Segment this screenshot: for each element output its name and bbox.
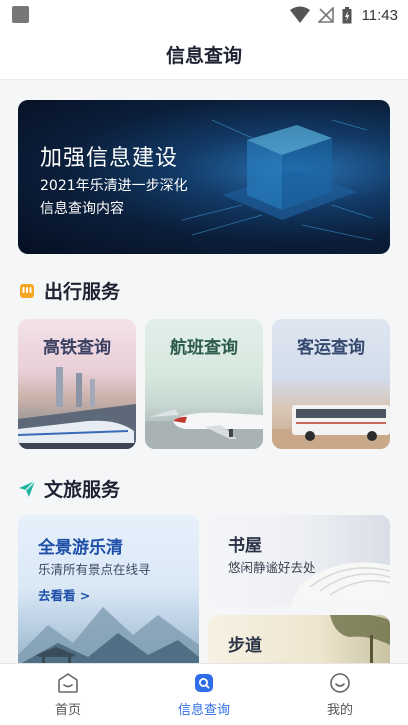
card-subtitle: 悠闲静谧好去处 bbox=[228, 560, 316, 575]
card-label: 高铁查询 bbox=[43, 338, 111, 358]
go-see-link[interactable]: 去看看 > bbox=[38, 585, 90, 604]
coach-card[interactable]: 客运查询 bbox=[272, 319, 390, 449]
page-title: 信息查询 bbox=[165, 45, 242, 67]
card-subtitle: 乐清所有景点在线寻 bbox=[38, 562, 151, 577]
card-label: 航班查询 bbox=[170, 338, 238, 358]
flight-card[interactable]: 航班查询 bbox=[145, 319, 263, 449]
tab-info-query[interactable]: 信息查询 bbox=[136, 664, 272, 725]
paper-plane-icon bbox=[19, 480, 36, 497]
bookstore-card[interactable]: 书屋 悠闲静谧好去处 bbox=[208, 515, 390, 607]
wifi-icon bbox=[289, 6, 310, 23]
panorama-tour-card[interactable]: 全景游乐清 乐清所有景点在线寻 去看看 > bbox=[18, 515, 199, 675]
clock: 11:43 bbox=[361, 6, 398, 24]
app-header: 信息查询 bbox=[0, 30, 408, 80]
tab-label: 信息查询 bbox=[177, 703, 230, 718]
tab-home[interactable]: 首页 bbox=[0, 664, 136, 725]
home-icon bbox=[58, 673, 78, 693]
search-icon bbox=[195, 674, 213, 692]
banner-subtitle: 2021年乐清进一步深化 bbox=[40, 178, 188, 194]
card-title: 全景游乐清 bbox=[38, 538, 123, 558]
airplane-illustration bbox=[145, 409, 263, 449]
bus-icon bbox=[20, 283, 34, 298]
banner-title: 加强信息建设 bbox=[40, 146, 179, 171]
tab-mine[interactable]: 我的 bbox=[272, 664, 408, 725]
data-chip-illustration bbox=[182, 119, 372, 241]
banner-subtitle: 信息查询内容 bbox=[40, 201, 124, 217]
card-title: 书屋 bbox=[228, 536, 262, 556]
status-bar: 11:43 bbox=[0, 0, 408, 30]
battery-icon bbox=[342, 6, 352, 23]
bus-illustration bbox=[272, 405, 390, 449]
card-label: 客运查询 bbox=[297, 338, 365, 358]
tab-label: 首页 bbox=[54, 703, 81, 718]
notification-icon bbox=[12, 6, 29, 23]
section-title: 文旅服务 bbox=[44, 479, 121, 501]
smiley-icon bbox=[330, 673, 350, 693]
signal-icon bbox=[317, 7, 334, 23]
section-title: 出行服务 bbox=[44, 281, 121, 303]
high-speed-rail-card[interactable]: 高铁查询 bbox=[18, 319, 136, 449]
card-title: 步道 bbox=[228, 636, 262, 656]
culture-section-header: 文旅服务 bbox=[18, 475, 120, 502]
tab-label: 我的 bbox=[326, 703, 353, 718]
status-indicators: 11:43 bbox=[289, 5, 398, 25]
train-illustration bbox=[18, 367, 136, 449]
bottom-tab-bar: 首页 信息查询 我的 bbox=[0, 663, 408, 725]
travel-section-header: 出行服务 bbox=[18, 277, 120, 304]
promo-banner[interactable]: 加强信息建设 2021年乐清进一步深化 信息查询内容 bbox=[18, 100, 390, 254]
